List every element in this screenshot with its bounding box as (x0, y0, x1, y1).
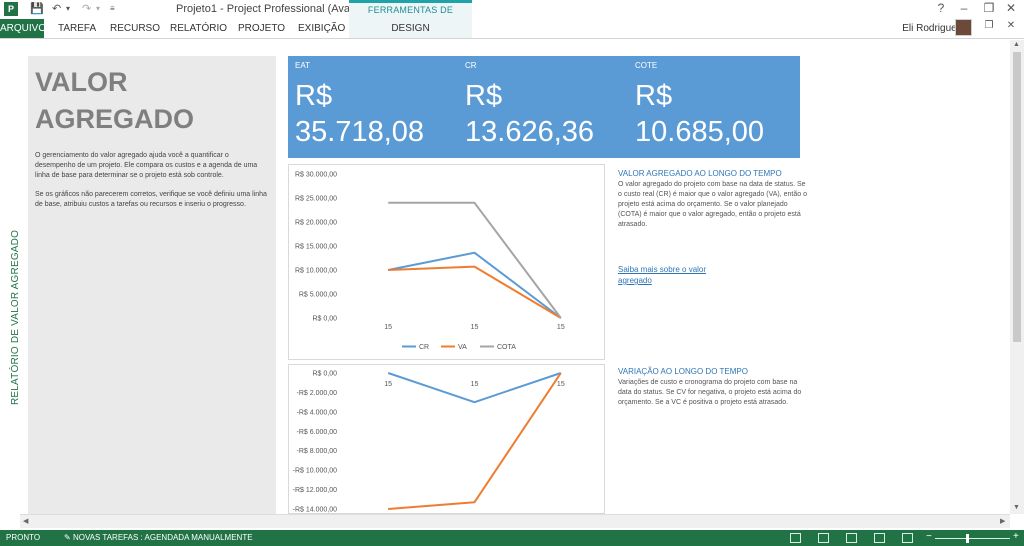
kpi-value: R$ 35.718,08 (295, 80, 425, 148)
redo-dropdown-icon[interactable]: ▾ (96, 4, 100, 13)
status-ready: PRONTO (6, 533, 41, 542)
scroll-left-icon[interactable]: ◀ (23, 517, 28, 525)
report-intro-text[interactable]: O gerenciamento do valor agregado ajuda … (35, 151, 270, 181)
minimize-button[interactable]: – (953, 1, 975, 15)
y-tick-label: R$ 15.000,00 (295, 244, 337, 251)
new-tasks-mode[interactable]: ✎ NOVAS TAREFAS : AGENDADA MANUALMENTE (64, 533, 253, 542)
series-line-cr (387, 251, 562, 319)
y-tick-label: -R$ 14.000,00 (293, 507, 337, 514)
series-line-1 (388, 372, 562, 510)
x-tick-label: 15 (557, 381, 565, 388)
team-planner-view-icon[interactable] (874, 533, 885, 543)
tab-projeto[interactable]: PROJETO (238, 19, 285, 38)
section2-text[interactable]: Variações de custo e cronograma do proje… (618, 378, 808, 408)
earned-value-chart-svg: R$ 30.000,00 R$ 25.000,00 R$ 20.000,00 R$ 1… (295, 172, 565, 352)
section1-text[interactable]: O valor agregado do projeto com base na … (618, 180, 808, 230)
y-tick-label: R$ 10.000,00 (295, 268, 337, 275)
kpi-label: COTE (635, 61, 658, 70)
tab-design[interactable]: DESIGN (349, 19, 472, 38)
tab-tarefa[interactable]: TAREFA (58, 19, 96, 38)
close-button[interactable]: ✕ (1000, 1, 1022, 15)
report-tools-context-label: FERRAMENTAS DE RELATÓRIO (349, 0, 472, 30)
horizontal-scrollbar[interactable]: ◀ ▶ (20, 514, 1010, 528)
y-tick-label: -R$ 8.000,00 (297, 448, 338, 455)
view-bar: RELATÓRIO DE VALOR AGREGADO (0, 40, 21, 514)
kpi-cards[interactable]: EAT R$ 35.718,08 CR R$ 13.626,36 COTE R$… (288, 56, 800, 158)
variance-chart[interactable]: R$ 0,00 -R$ 2.000,00 -R$ 4.000,00 -R$ 6.000… (288, 364, 605, 514)
restore-button[interactable]: ❐ (978, 1, 1000, 15)
tab-arquivo[interactable]: ARQUIVO (0, 19, 46, 38)
title-bar: P 💾 ↶ ▾ ↷ ▾ ≡ Projeto1 - Project Profess… (0, 0, 1024, 30)
section2-title[interactable]: VARIAÇÃO AO LONGO DO TEMPO (618, 367, 748, 376)
gantt-view-icon[interactable] (818, 533, 829, 543)
tab-relatorio[interactable]: RELATÓRIO (170, 19, 227, 38)
y-tick-label: R$ 30.000,00 (295, 172, 337, 179)
series-line-va (388, 265, 562, 319)
earned-value-chart[interactable]: R$ 30.000,00 R$ 25.000,00 R$ 20.000,00 R$ 1… (288, 164, 605, 360)
vertical-scroll-thumb[interactable] (1013, 52, 1021, 342)
zoom-slider-thumb[interactable] (966, 534, 969, 543)
undo-icon[interactable]: ↶ (52, 2, 61, 15)
zoom-slider[interactable] (935, 538, 1010, 539)
ribbon-display-options-icon[interactable]: ❐ (978, 20, 1000, 31)
zoom-in-button[interactable]: + (1013, 531, 1019, 542)
vertical-scrollbar[interactable]: ▲ ▼ (1010, 40, 1024, 514)
pin-icon: ✎ (64, 533, 71, 542)
document-close-button[interactable]: ✕ (1000, 20, 1022, 31)
tab-exibicao[interactable]: EXIBIÇÃO (298, 19, 345, 38)
customize-toolbar-icon[interactable]: ≡ (110, 4, 115, 13)
project-app-icon[interactable]: P (4, 2, 18, 16)
x-tick-label: 15 (384, 381, 392, 388)
legend-entry: VA (458, 344, 467, 351)
report-canvas: VALOR AGREGADO O gerenciamento do valor … (20, 40, 1010, 514)
report-note-text[interactable]: Se os gráficos não parecerem corretos, v… (35, 190, 270, 210)
status-bar: PRONTO ✎ NOVAS TAREFAS : AGENDADA MANUAL… (0, 530, 1024, 546)
legend-entry: COTA (497, 344, 516, 351)
y-tick-label: -R$ 4.000,00 (297, 409, 338, 416)
y-tick-label: R$ 25.000,00 (295, 196, 337, 203)
task-usage-view-icon[interactable] (846, 533, 857, 543)
variance-chart-svg: R$ 0,00 -R$ 2.000,00 -R$ 4.000,00 -R$ 6.000… (293, 371, 565, 514)
y-tick-label: R$ 0,00 (312, 371, 337, 378)
x-tick-label: 15 (384, 324, 392, 331)
section1-title[interactable]: VALOR AGREGADO AO LONGO DO TEMPO (618, 169, 782, 178)
scroll-down-icon[interactable]: ▼ (1013, 504, 1020, 511)
y-tick-label: -R$ 6.000,00 (297, 429, 338, 436)
x-tick-label: 15 (471, 381, 479, 388)
avatar[interactable] (955, 19, 972, 36)
learn-more-link[interactable]: Saiba mais sobre o valor agregado (618, 264, 738, 286)
user-name: Eli Rodrigues (902, 23, 962, 34)
scroll-right-icon[interactable]: ▶ (1000, 517, 1005, 525)
kpi-label: CR (465, 61, 477, 70)
y-tick-label: -R$ 2.000,00 (297, 390, 338, 397)
y-tick-label: -R$ 12.000,00 (293, 487, 337, 494)
timeline-view-icon[interactable] (790, 533, 801, 543)
legend-entry: CR (419, 344, 429, 351)
scroll-up-icon[interactable]: ▲ (1013, 41, 1020, 48)
help-button[interactable]: ? (930, 1, 952, 15)
y-tick-label: -R$ 10.000,00 (293, 468, 337, 475)
ribbon-divider (0, 38, 1024, 39)
series-line-cota (388, 201, 562, 319)
y-tick-label: R$ 20.000,00 (295, 220, 337, 227)
zoom-out-button[interactable]: − (926, 531, 932, 542)
kpi-value: R$ 13.626,36 (465, 80, 595, 148)
y-tick-label: R$ 0,00 (312, 316, 337, 323)
ribbon-tabs: ARQUIVO TAREFA RECURSO RELATÓRIO PROJETO… (0, 19, 1024, 38)
report-view-icon[interactable] (902, 533, 913, 543)
tab-recurso[interactable]: RECURSO (110, 19, 160, 38)
report-title[interactable]: VALOR AGREGADO (35, 64, 255, 138)
project-window: P 💾 ↶ ▾ ↷ ▾ ≡ Projeto1 - Project Profess… (0, 0, 1024, 546)
x-tick-label: 15 (471, 324, 479, 331)
kpi-value: R$ 10.685,00 (635, 80, 765, 148)
x-tick-label: 15 (557, 324, 565, 331)
redo-icon[interactable]: ↷ (82, 2, 91, 15)
undo-dropdown-icon[interactable]: ▾ (66, 4, 70, 13)
save-icon[interactable]: 💾 (30, 2, 44, 15)
kpi-label: EAT (295, 61, 310, 70)
report-intro-panel: VALOR AGREGADO O gerenciamento do valor … (28, 56, 276, 514)
y-tick-label: R$ 5.000,00 (299, 292, 337, 299)
new-tasks-label: NOVAS TAREFAS : AGENDADA MANUALMENTE (72, 533, 253, 542)
